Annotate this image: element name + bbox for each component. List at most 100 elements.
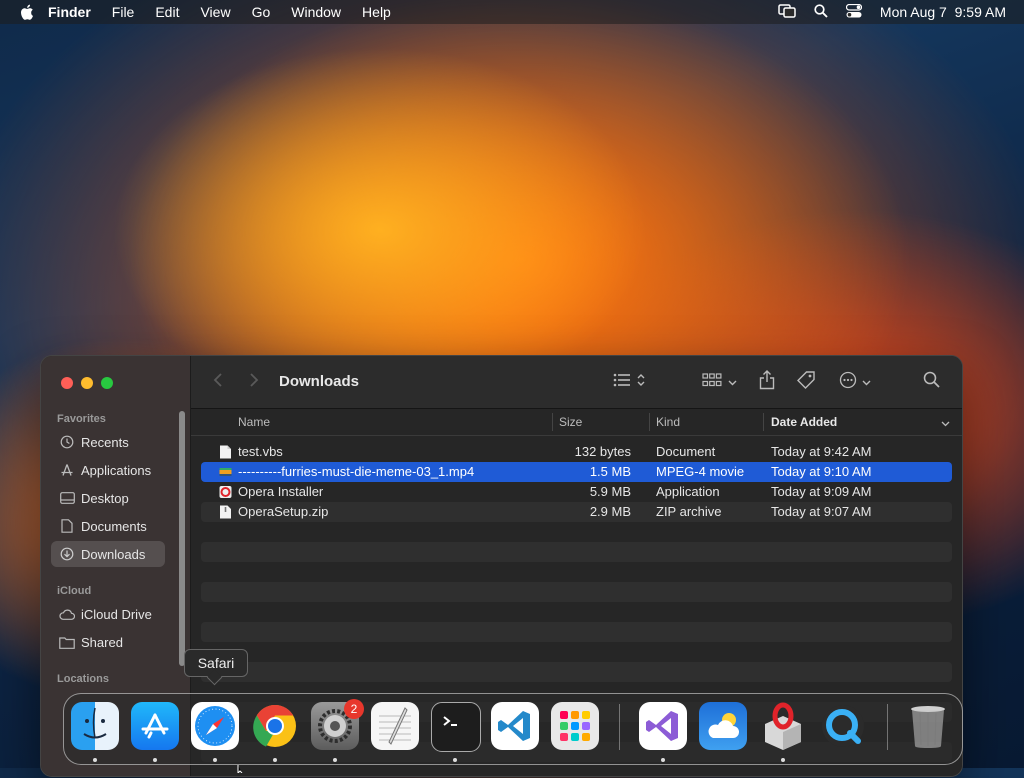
menu-window[interactable]: Window	[291, 4, 341, 20]
forward-button[interactable]	[249, 372, 259, 393]
dock-finder[interactable]	[71, 702, 119, 750]
sort-descending-icon[interactable]	[941, 416, 950, 430]
minimize-window-button[interactable]	[81, 377, 93, 389]
menu-go[interactable]: Go	[252, 4, 271, 20]
opera-installer-icon	[765, 702, 801, 750]
dock-visual-studio[interactable]	[639, 702, 687, 750]
dock: 2	[63, 693, 963, 765]
column-kind[interactable]: Kind	[656, 415, 680, 429]
textedit-icon	[379, 707, 411, 745]
sidebar-item-shared[interactable]: Shared	[51, 629, 165, 655]
running-indicator	[453, 758, 457, 762]
column-date-added[interactable]: Date Added	[771, 415, 837, 429]
sidebar-scrollbar[interactable]	[179, 411, 185, 666]
dock-safari[interactable]	[191, 702, 239, 750]
share-button[interactable]	[759, 369, 775, 393]
control-center-icon[interactable]	[845, 3, 863, 21]
menu-help[interactable]: Help	[362, 4, 391, 20]
clock-icon	[59, 434, 75, 450]
file-row[interactable]: OperaSetup.zip 2.9 MB ZIP archive Today …	[201, 502, 952, 522]
group-button[interactable]	[702, 371, 737, 393]
sidebar-item-desktop[interactable]: Desktop	[51, 485, 165, 511]
dock-textedit[interactable]	[371, 702, 419, 750]
notification-badge: 2	[344, 699, 364, 719]
dock-chrome[interactable]	[251, 702, 299, 750]
document-icon	[220, 445, 231, 459]
running-indicator	[273, 758, 277, 762]
vscode-icon	[498, 711, 530, 741]
sidebar-item-downloads[interactable]: Downloads	[51, 541, 165, 567]
column-size[interactable]: Size	[559, 415, 582, 429]
chevron-down-icon	[862, 373, 871, 391]
file-size: 1.5 MB	[589, 464, 631, 479]
sidebar-item-documents[interactable]: Documents	[51, 513, 165, 539]
zip-icon	[220, 505, 231, 519]
sidebar-item-label: Applications	[81, 462, 152, 478]
desktop-icon	[59, 490, 75, 506]
search-button[interactable]	[923, 371, 940, 393]
menu-bar: Finder File Edit View Go Window Help Mon…	[0, 0, 1024, 24]
sidebar-item-label: Downloads	[81, 546, 146, 562]
finder-toolbar: Downloads	[191, 356, 962, 409]
action-menu-button[interactable]	[839, 371, 871, 393]
running-indicator	[781, 758, 785, 762]
dock-opera-installer[interactable]	[759, 702, 807, 750]
menu-app-name[interactable]: Finder	[48, 4, 91, 20]
empty-row	[201, 602, 952, 622]
spotlight-search-icon[interactable]	[814, 3, 828, 21]
chrome-icon	[253, 705, 296, 747]
dock-trash[interactable]	[904, 702, 952, 750]
file-row-selected[interactable]: ----------furries-must-die-meme-03_1.mp4…	[201, 462, 952, 482]
applications-icon	[59, 462, 75, 478]
menu-clock[interactable]: Mon Aug 7 9:59 AM	[880, 4, 1006, 20]
file-row[interactable]: Opera Installer 5.9 MB Application Today…	[201, 482, 952, 502]
screen-mirroring-icon[interactable]	[778, 3, 796, 21]
file-name: test.vbs	[238, 444, 283, 459]
menu-file[interactable]: File	[112, 4, 135, 20]
trash-icon	[911, 706, 945, 748]
column-name[interactable]: Name	[238, 415, 270, 429]
sidebar-item-applications[interactable]: Applications	[51, 457, 165, 483]
terminal-icon	[443, 716, 457, 726]
dock-terminal[interactable]	[431, 702, 481, 752]
quicktime-icon	[822, 705, 864, 747]
tag-icon	[796, 370, 816, 395]
dock-quicktime[interactable]	[819, 702, 867, 750]
file-date: Today at 9:10 AM	[771, 464, 872, 479]
file-date: Today at 9:07 AM	[771, 504, 872, 519]
movie-icon	[219, 468, 232, 476]
running-indicator	[661, 758, 665, 762]
running-indicator	[333, 758, 337, 762]
file-size: 132 bytes	[574, 444, 631, 459]
empty-row	[201, 562, 952, 582]
dock-launchpad[interactable]	[551, 702, 599, 750]
back-button[interactable]	[213, 372, 223, 393]
file-kind: Application	[656, 484, 720, 499]
file-date: Today at 9:09 AM	[771, 484, 872, 499]
empty-row	[201, 542, 952, 562]
sidebar-header-icloud: iCloud	[57, 585, 92, 597]
grid-group-icon	[702, 372, 722, 392]
close-window-button[interactable]	[61, 377, 73, 389]
running-indicator	[153, 758, 157, 762]
sidebar-item-recents[interactable]: Recents	[51, 429, 165, 455]
sidebar-item-label: Recents	[81, 434, 129, 450]
list-view-icon	[613, 373, 631, 392]
file-kind: MPEG-4 movie	[656, 464, 745, 479]
file-date: Today at 9:42 AM	[771, 444, 872, 459]
zoom-window-button[interactable]	[101, 377, 113, 389]
dock-vscode[interactable]	[491, 702, 539, 750]
shared-folder-icon	[59, 634, 75, 650]
apple-menu-icon[interactable]	[18, 3, 36, 21]
menu-edit[interactable]: Edit	[155, 4, 179, 20]
menu-view[interactable]: View	[200, 4, 230, 20]
tags-button[interactable]	[796, 370, 816, 395]
cloud-icon	[59, 606, 75, 622]
dock-weather[interactable]	[699, 702, 747, 750]
column-header: Name Size Kind Date Added	[191, 409, 962, 436]
view-mode-button[interactable]	[613, 371, 645, 393]
sidebar-item-icloud-drive[interactable]: iCloud Drive	[51, 601, 165, 627]
opera-installer-icon	[219, 486, 232, 498]
dock-app-store[interactable]	[131, 702, 179, 750]
file-row[interactable]: test.vbs 132 bytes Document Today at 9:4…	[201, 442, 952, 462]
